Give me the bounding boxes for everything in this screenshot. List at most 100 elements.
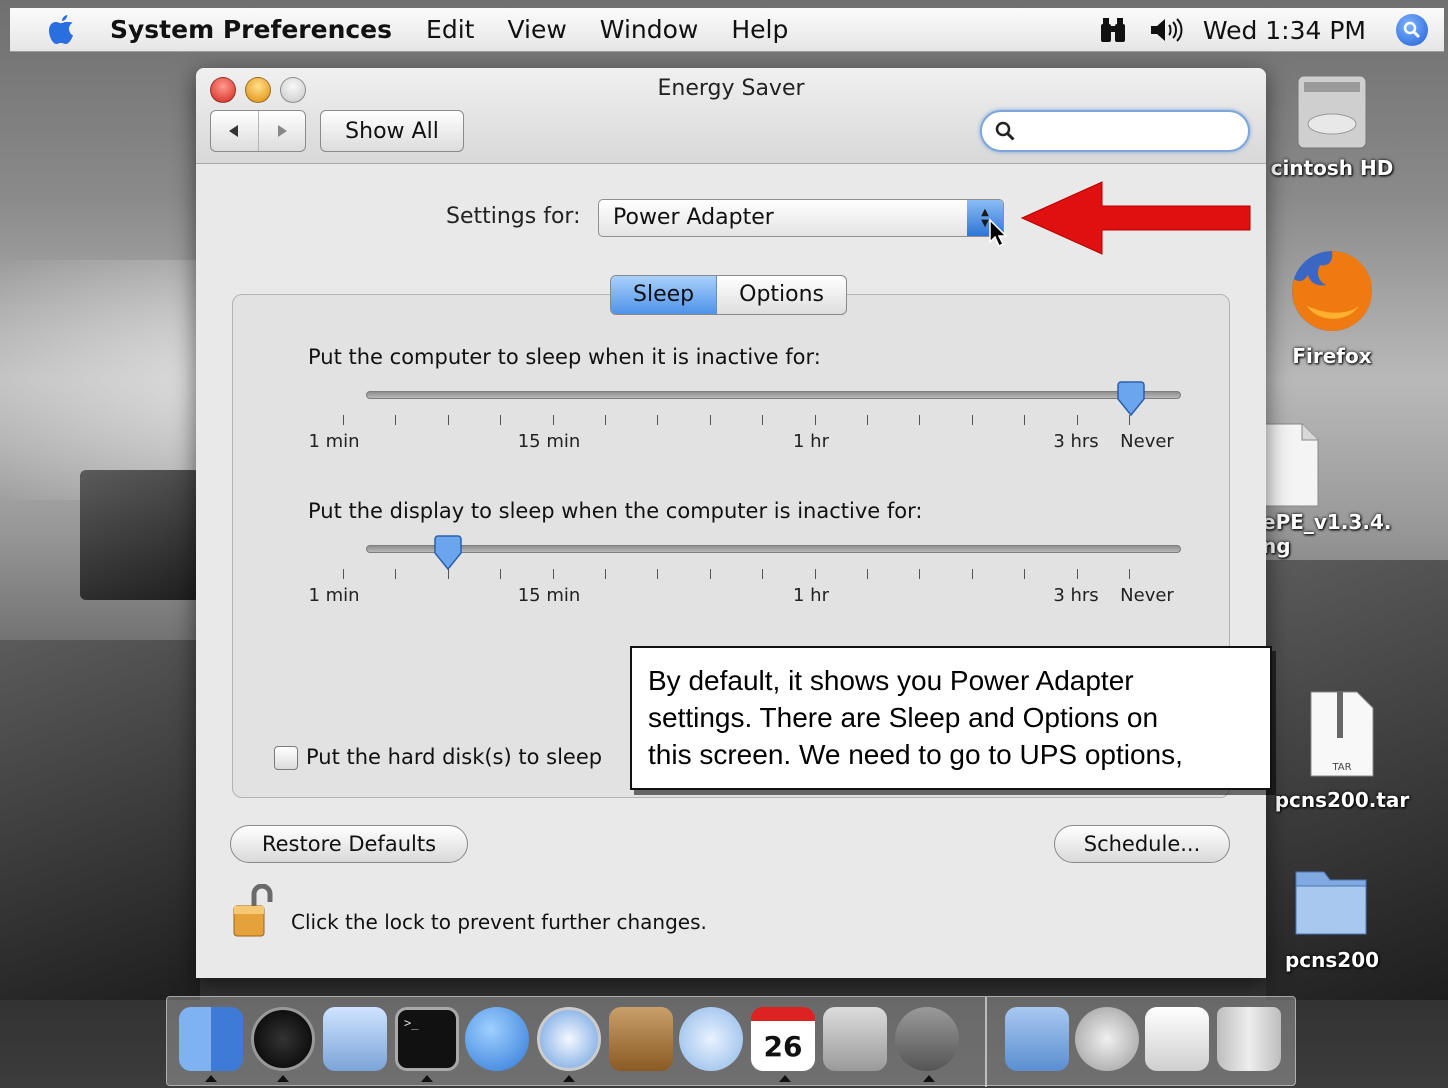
applications-folder-icon[interactable] (1005, 1007, 1069, 1071)
terminal-icon[interactable]: >_ (395, 1007, 459, 1071)
ichat-icon[interactable] (465, 1007, 529, 1071)
slider-tick (395, 569, 397, 579)
slider-tick (605, 415, 606, 425)
apple-icon[interactable] (46, 13, 76, 47)
mail-icon[interactable] (323, 1007, 387, 1071)
slider-tick (919, 569, 921, 579)
hard-disk-sleep-checkbox[interactable] (274, 746, 298, 770)
computer-sleep-slider-thumb[interactable] (1116, 381, 1146, 417)
desktop-icon-folder[interactable]: pcns200 (1262, 858, 1402, 972)
slider-tick (971, 569, 973, 579)
slider-tick (552, 415, 554, 425)
system-preferences-icon[interactable] (823, 1007, 887, 1071)
itunes-icon[interactable] (679, 1007, 743, 1071)
dock-separator (985, 997, 987, 1087)
search-field[interactable] (980, 110, 1250, 152)
spotlight-icon[interactable] (1396, 14, 1428, 46)
tab-sleep[interactable]: Sleep (611, 276, 718, 314)
slider-tick (709, 569, 711, 579)
firefox-icon (1292, 250, 1373, 331)
address-book-icon[interactable] (609, 1007, 673, 1071)
tab-bar: Sleep Options (610, 275, 848, 315)
tick-label-3hrs: 3 hrs (1053, 431, 1099, 452)
slider-tick (447, 415, 449, 425)
tab-options[interactable]: Options (717, 276, 846, 314)
menu-edit[interactable]: Edit (426, 15, 474, 44)
desktop-icon-firefox[interactable]: Firefox (1262, 246, 1402, 368)
restore-defaults-button[interactable]: Restore Defaults (230, 825, 468, 863)
tick-label-3hrs: 3 hrs (1053, 585, 1099, 606)
dashboard-icon[interactable] (251, 1007, 315, 1071)
lock-message: Click the lock to prevent further change… (291, 910, 707, 934)
running-indicator (421, 1075, 433, 1082)
desktop-rock (0, 640, 200, 1000)
annotation-callout: By default, it shows you Power Adapter s… (630, 646, 1272, 790)
window-title: Energy Saver (657, 76, 805, 101)
desktop-rock (80, 470, 200, 600)
hard-disk-sleep-label[interactable]: Put the hard disk(s) to sleep (306, 745, 602, 769)
back-arrow-icon (229, 125, 239, 137)
slider-tick (1076, 569, 1078, 579)
display-sleep-slider-thumb[interactable] (433, 535, 463, 571)
desktop-icon-label-2: ng (1262, 534, 1291, 558)
slider-tick (657, 569, 659, 579)
computer-sleep-slider-track[interactable] (366, 391, 1181, 399)
desktop-icon-document[interactable]: ePE_v1.3.4. ng (1262, 420, 1402, 558)
slider-tick (814, 415, 816, 425)
volume-icon[interactable] (1149, 16, 1185, 44)
ical-icon[interactable]: 26 (751, 1007, 815, 1071)
desktop-icon-label: pcns200.tar (1274, 788, 1410, 812)
slider-tick (605, 569, 606, 579)
menu-help[interactable]: Help (731, 15, 788, 44)
slider-tick (867, 415, 868, 425)
menu-window[interactable]: Window (600, 15, 699, 44)
desktop-icon-hard-drive[interactable]: cintosh HD (1262, 66, 1402, 180)
slider-tick (867, 569, 868, 579)
tick-label-1min: 1 min (308, 585, 360, 606)
slider-tick (1076, 415, 1078, 425)
display-sleep-slider-track[interactable] (366, 545, 1181, 553)
running-indicator (205, 1075, 217, 1082)
slider-tick (1129, 569, 1130, 579)
slider-tick (1024, 569, 1026, 579)
mail-server-icon[interactable] (1075, 1007, 1139, 1071)
tick-label-1hr: 1 hr (793, 585, 829, 606)
computer-sleep-label: Put the computer to sleep when it is ina… (308, 345, 821, 369)
menu-view[interactable]: View (507, 15, 566, 44)
lock-icon[interactable] (232, 884, 278, 940)
back-button[interactable] (211, 111, 259, 151)
preview-icon[interactable] (1145, 1007, 1209, 1071)
slider-tick (1129, 415, 1130, 425)
menu-clock[interactable]: Wed 1:34 PM (1203, 16, 1366, 45)
dock: >_ 26 (166, 996, 1296, 1087)
slider-tick (447, 569, 449, 579)
slider-tick (762, 569, 764, 579)
desktop-icon-label: pcns200 (1284, 948, 1380, 972)
forward-button[interactable] (259, 111, 306, 151)
settings-for-popup[interactable]: Power Adapter ▲ ▼ (598, 199, 1004, 237)
slider-tick (814, 569, 816, 579)
tick-label-15min: 15 min (517, 585, 581, 606)
settings-for-label: Settings for: (446, 204, 581, 229)
title-bar[interactable]: Energy Saver Show All (196, 68, 1266, 164)
slider-tick (343, 569, 344, 579)
binoculars-icon[interactable] (1099, 16, 1127, 44)
desktop-icon-tar[interactable]: TAR pcns200.tar (1262, 690, 1422, 812)
document-icon (1263, 423, 1319, 507)
schedule-button[interactable]: Schedule... (1054, 825, 1230, 863)
annotation-line: this screen. We need to go to UPS option… (648, 739, 1183, 770)
slider-tick (552, 569, 554, 579)
trash-icon[interactable] (1217, 1007, 1281, 1071)
running-indicator (923, 1075, 935, 1082)
menu-bar: System Preferences Edit View Window Help… (10, 8, 1444, 52)
back-forward-control (210, 110, 306, 152)
annotation-line: By default, it shows you Power Adapter (648, 665, 1134, 696)
show-all-button[interactable]: Show All (320, 110, 464, 152)
network-utility-icon[interactable] (895, 1007, 959, 1071)
tick-label-1hr: 1 hr (793, 431, 829, 452)
safari-icon[interactable] (537, 1007, 601, 1071)
tick-label-1min: 1 min (308, 431, 360, 452)
finder-icon[interactable] (179, 1007, 243, 1071)
menu-app-name[interactable]: System Preferences (110, 15, 392, 44)
slider-tick (762, 415, 764, 425)
